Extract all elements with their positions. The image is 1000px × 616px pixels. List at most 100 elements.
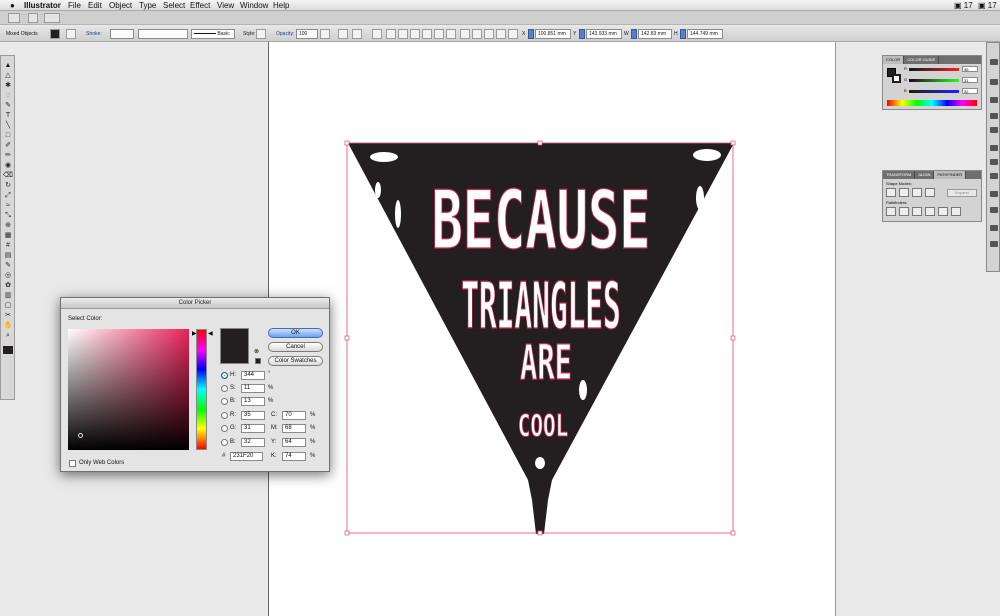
menu-effect[interactable]: Effect [190,0,210,11]
stroke-color-swatch[interactable] [892,74,901,83]
brushes-icon[interactable] [990,113,998,119]
m-field[interactable]: 68 [282,424,306,433]
stroke-label[interactable]: Stroke: [86,30,102,38]
r-field[interactable]: 35 [241,411,265,420]
y-field[interactable]: 143.933 mm [586,29,622,39]
expand-button[interactable]: Expand [947,189,977,197]
bounding-box-handle[interactable] [344,140,350,146]
h-radio[interactable] [221,372,228,379]
x-field[interactable]: 100.851 mm [535,29,571,39]
color-spectrum-bar[interactable] [887,100,977,106]
hue-slider[interactable] [196,329,207,450]
hue-slider-left-arrow[interactable]: ▶ [192,331,197,337]
g-radio[interactable] [221,425,228,432]
hand-tool-icon[interactable]: ✋ [3,322,13,330]
symbols-icon[interactable] [990,127,998,133]
bounding-box-handle[interactable] [344,530,350,536]
minus-front-button[interactable] [899,188,909,197]
menu-file[interactable]: File [68,0,81,11]
artboards-icon[interactable] [990,241,998,247]
divide-button[interactable] [886,207,896,216]
x-stepper[interactable] [528,29,534,39]
tab-color-guide[interactable]: COLOR GUIDE [904,56,940,64]
tab-color[interactable]: COLOR [883,56,905,64]
line-tool-icon[interactable]: ╲ [3,122,13,130]
y-field[interactable]: 64 [282,438,306,447]
width-tool-icon[interactable]: ≈ [3,202,13,210]
align-bottom-icon[interactable] [446,29,456,39]
color-swatches-button[interactable]: Color Swatches [268,356,323,366]
y-stepper[interactable] [579,29,585,39]
shape-builder-tool-icon[interactable]: ⊕ [3,222,13,230]
b-field[interactable]: 13 [241,397,265,406]
bounding-box-handle[interactable] [730,530,736,536]
menu-select[interactable]: Select [163,0,185,11]
distribute-left-icon[interactable] [496,29,506,39]
align-center-icon[interactable] [398,29,408,39]
menu-object[interactable]: Object [109,0,132,11]
fill-stroke-icon[interactable] [3,346,13,354]
h-field[interactable]: 344 [241,371,265,380]
graphic-styles-icon[interactable] [990,207,998,213]
menu-edit[interactable]: Edit [88,0,102,11]
r-value-field[interactable]: 35 [962,66,978,72]
out-of-gamut-icon[interactable]: ⊗ [254,348,259,355]
crop-button[interactable] [925,207,935,216]
w-stepper[interactable] [631,29,637,39]
bounding-box-handle[interactable] [537,140,543,146]
c-field[interactable]: 70 [282,411,306,420]
appearance-icon[interactable] [990,191,998,197]
color-field-cursor[interactable] [78,433,83,438]
free-transform-tool-icon[interactable]: ⤡ [3,212,13,220]
layers-icon[interactable] [990,225,998,231]
trim-button[interactable] [899,207,909,216]
menu-window[interactable]: Window [240,0,268,11]
r-slider[interactable] [909,68,959,71]
variable-width-profile[interactable] [138,29,188,39]
opacity-dropdown[interactable] [320,29,330,39]
stroke-swatch[interactable] [66,29,76,39]
k-field[interactable]: 74 [282,452,306,461]
web-safe-icon[interactable] [255,358,261,364]
lasso-tool-icon[interactable]: ◌ [3,92,13,100]
unite-button[interactable] [886,188,896,197]
s-field[interactable]: 11 [241,384,265,393]
menu-view[interactable]: View [217,0,234,11]
scale-tool-icon[interactable]: ⤢ [3,192,13,200]
mesh-tool-icon[interactable]: # [3,242,13,250]
document-setup-icon[interactable] [352,29,362,39]
intersect-button[interactable] [912,188,922,197]
bounding-box-handle[interactable] [344,335,350,341]
eraser-tool-icon[interactable]: ⌫ [3,172,13,180]
h-stepper[interactable] [680,29,686,39]
b-radio[interactable] [221,398,228,405]
stroke-weight-field[interactable] [110,29,134,39]
gradient-tool-icon[interactable]: ▤ [3,252,13,260]
blob-brush-tool-icon[interactable]: ◉ [3,162,13,170]
menu-type[interactable]: Type [139,0,156,11]
brush-definition[interactable]: Basic [191,29,235,39]
minus-back-button[interactable] [951,207,961,216]
blue-field[interactable]: 32 [241,438,265,447]
pen-tool-icon[interactable]: ✎ [3,102,13,110]
artboard-tool-icon[interactable]: ▢ [3,302,13,310]
paintbrush-tool-icon[interactable]: ✐ [3,142,13,150]
align-right-icon[interactable] [410,29,420,39]
tab-align[interactable]: ALIGN [915,171,935,179]
s-radio[interactable] [221,385,228,392]
transform-reference-icon[interactable] [508,29,518,39]
hue-slider-right-arrow[interactable]: ◀ [208,331,213,337]
cancel-button[interactable]: Cancel [268,342,323,352]
color-panel-icon[interactable] [990,59,998,65]
bridge-button[interactable] [28,13,38,23]
magic-wand-tool-icon[interactable]: ✱ [3,82,13,90]
stroke-panel-icon[interactable] [990,145,998,151]
w-field[interactable]: 142.83 mm [638,29,672,39]
tab-transform[interactable]: TRANSFORM [883,171,916,179]
rectangle-tool-icon[interactable]: □ [3,132,13,140]
hex-field[interactable]: 231F20 [230,452,263,461]
swatches-icon[interactable] [990,97,998,103]
eyedropper-tool-icon[interactable]: ✎ [3,262,13,270]
opacity-field[interactable]: 100 [296,29,318,39]
menu-help[interactable]: Help [273,0,289,11]
